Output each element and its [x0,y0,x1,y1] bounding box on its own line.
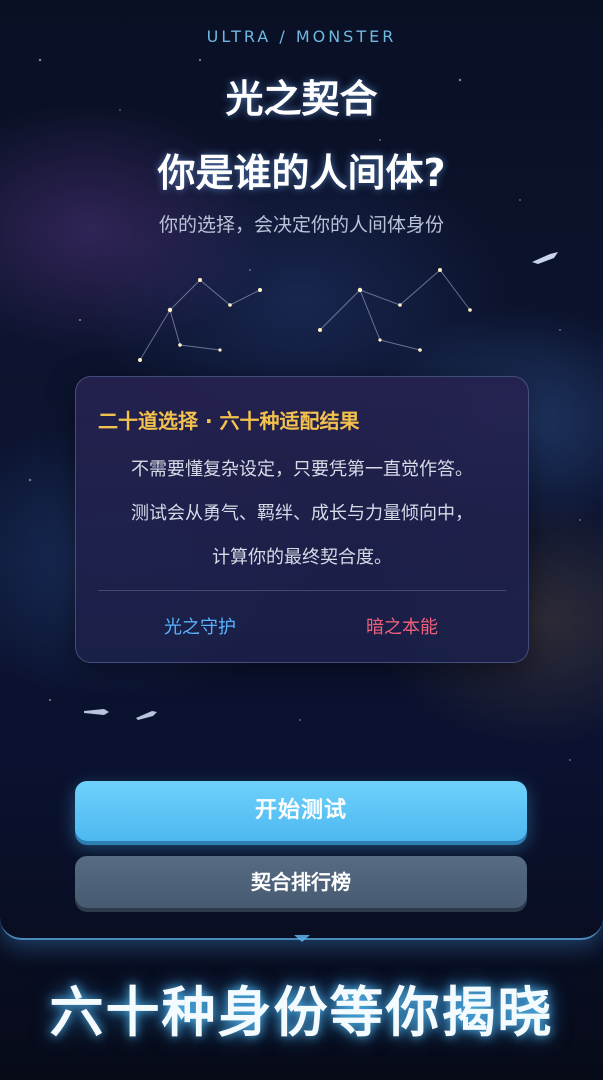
page-subtitle: 你是谁的人间体? [157,151,446,195]
tagline: 你的选择，会决定你的人间体身份 [158,214,444,236]
eyebrow-label: ULTRA / MONSTER [206,27,397,46]
page-title: 光之契合 [225,77,378,121]
card-line: 计算你的最终契合度。 [212,547,392,568]
light-tag: 光之守护 [164,617,236,638]
ranking-button[interactable]: 契合排行榜 [75,856,527,908]
card-line: 不需要懂复杂设定，只要凭第一直觉作答。 [131,459,473,480]
bottom-slogan: 六十种身份等你揭晓 [49,981,554,1044]
start-test-button[interactable]: 开始测试 [75,781,527,841]
info-card: 二十道选择 · 六十种适配结果 不需要懂复杂设定，只要凭第一直觉作答。 测试会从… [75,376,529,663]
frame-notch [294,935,310,942]
app-screen: ULTRA / MONSTER 光之契合 你是谁的人间体? 你的选择，会决定你的… [0,0,603,1080]
card-heading: 二十道选择 · 六十种适配结果 [98,409,360,433]
dark-tag: 暗之本能 [366,617,438,638]
card-divider [98,590,506,591]
card-line: 测试会从勇气、羁绊、成长与力量倾向中， [131,503,473,524]
